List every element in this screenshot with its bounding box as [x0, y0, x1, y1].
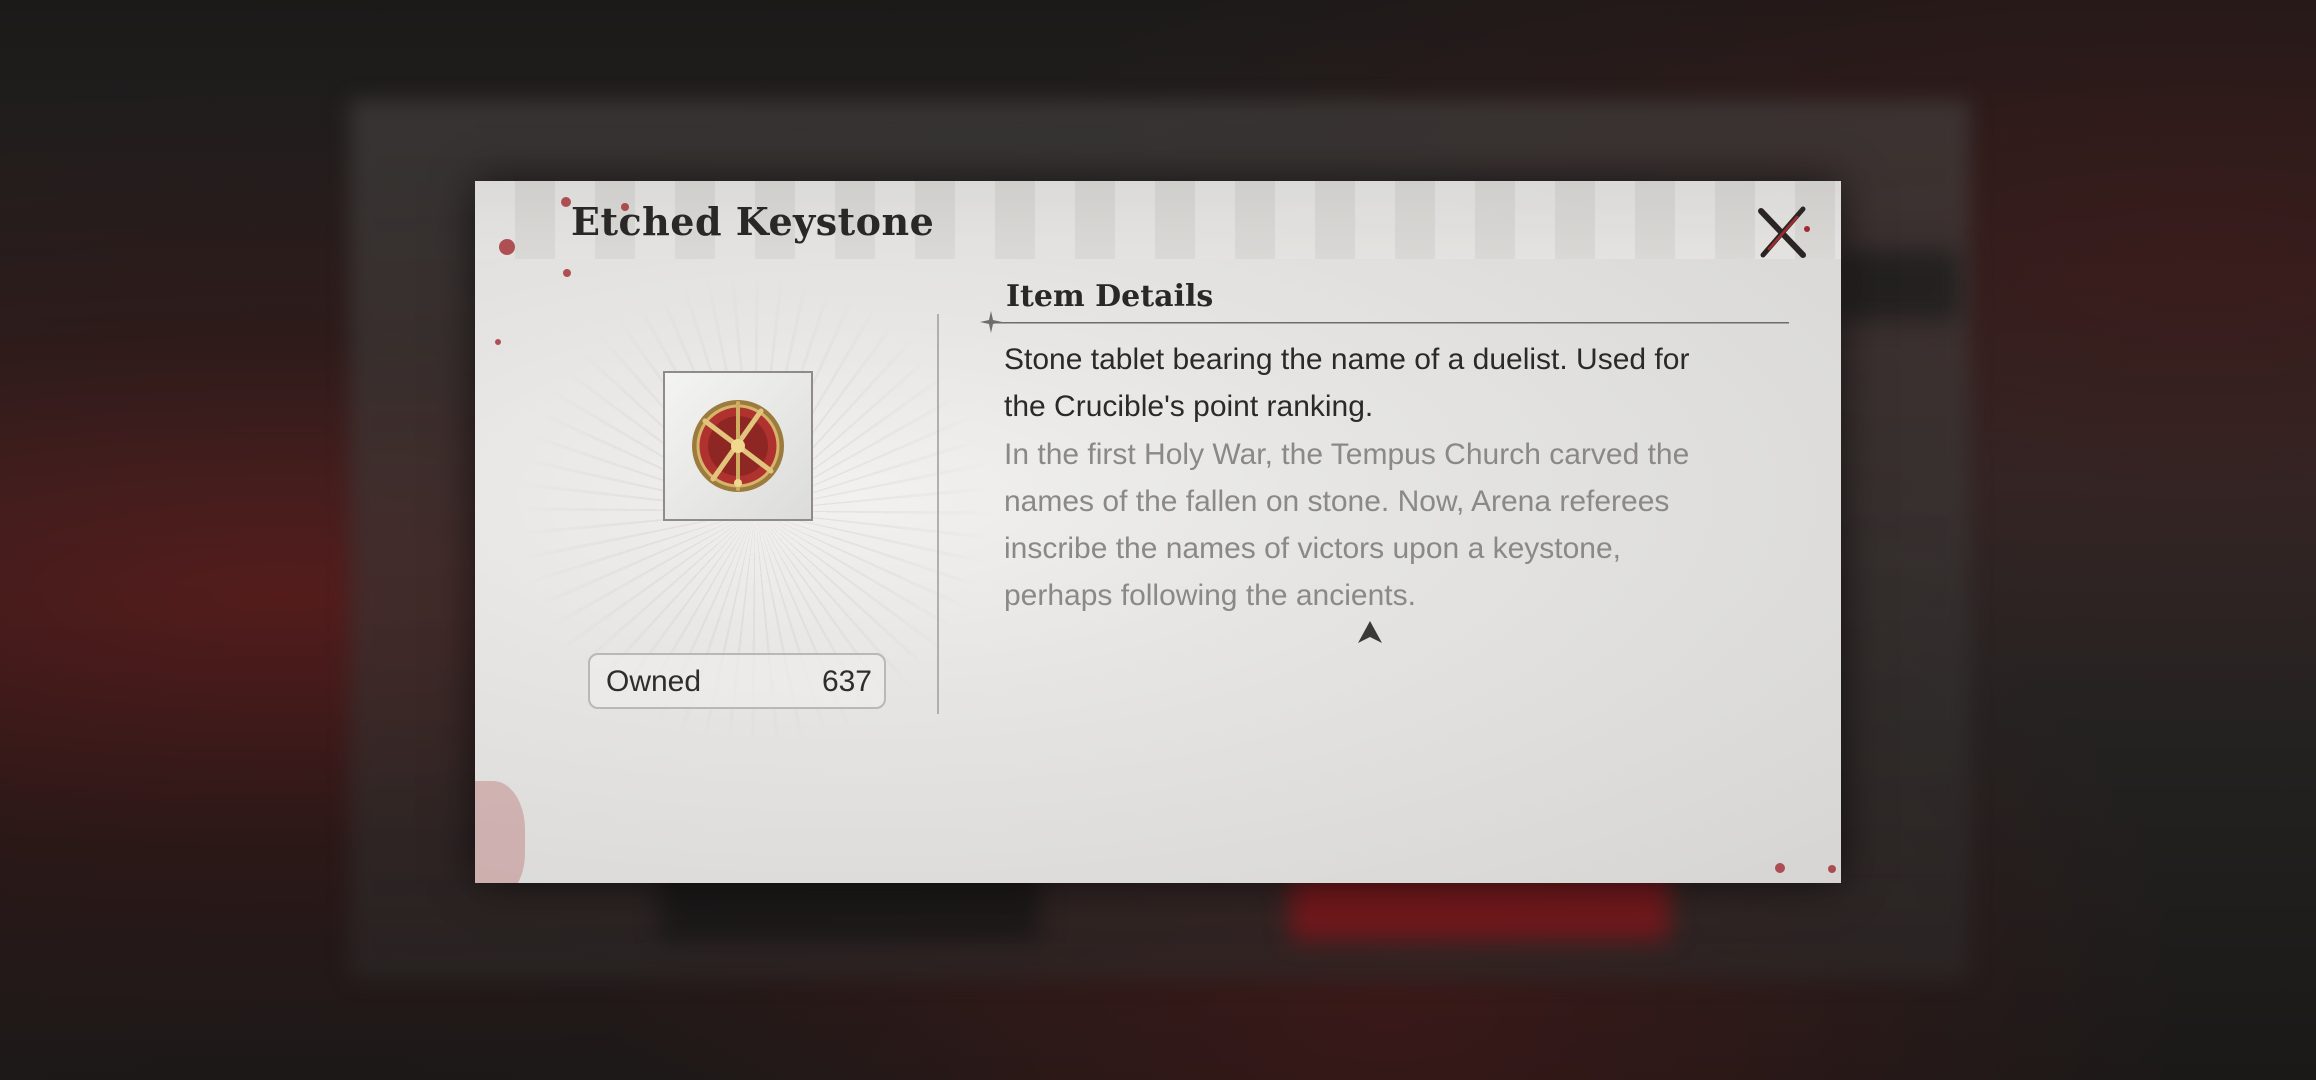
star-ornament-icon — [980, 311, 1002, 333]
close-x-icon — [1758, 206, 1810, 258]
close-button[interactable] — [1753, 203, 1813, 263]
owned-count: 637 — [821, 665, 872, 698]
dialog-title: Etched Keystone — [571, 199, 935, 244]
blood-splatter — [1775, 863, 1785, 873]
heading-underline — [989, 322, 1789, 324]
owned-count-box: Owned 637 — [588, 653, 886, 709]
item-detail-dialog: Etched Keystone Owned 637 Item Details S… — [475, 181, 1841, 883]
blood-smear — [475, 781, 525, 883]
section-heading: Item Details — [1006, 279, 1214, 314]
blood-splatter — [1828, 865, 1836, 873]
item-icon-frame — [663, 371, 813, 521]
item-lore: In the first Holy War, the Tempus Church… — [1004, 438, 1690, 612]
blood-splatter — [499, 239, 515, 255]
scroll-up-arrow-icon[interactable] — [1358, 621, 1382, 643]
owned-label: Owned — [606, 665, 702, 698]
vertical-divider — [937, 314, 939, 714]
item-description: Stone tablet bearing the name of a dueli… — [1004, 343, 1690, 423]
keystone-emblem-icon — [692, 400, 784, 492]
blood-splatter — [561, 197, 571, 207]
blood-splatter — [495, 339, 501, 345]
background-bar-right — [1840, 250, 1960, 320]
